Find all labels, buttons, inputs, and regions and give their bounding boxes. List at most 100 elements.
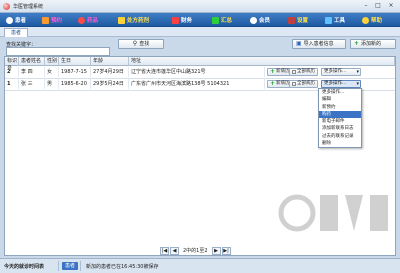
cell-id: 1	[5, 79, 19, 89]
more-actions-label: 更多操作...	[324, 69, 347, 74]
add-icon: +	[270, 68, 276, 75]
close-button[interactable]: ×	[386, 2, 396, 10]
more-actions-menu: 更多操作... 编辑 新预约 购药 新电子邮件 添加新联系日志 过去的联系记录 删除	[318, 88, 362, 149]
menu-option[interactable]: 过去的联系记录	[319, 133, 361, 140]
header-age[interactable]: 年龄	[91, 57, 129, 66]
import-button-label: 导入患者信息	[303, 41, 334, 47]
patient-table: 标识号 患者姓名 性别 生日 年龄 地址 2 李 四 女 1987-7-15 2…	[4, 56, 396, 256]
menu-option[interactable]: 删除	[319, 140, 361, 147]
tab-bar: 患者	[0, 27, 400, 37]
menu-summary[interactable]: 汇总	[212, 15, 232, 25]
chart-icon	[212, 16, 219, 24]
minimize-button[interactable]: –	[361, 2, 371, 10]
add-new-button[interactable]: + 添加新的	[350, 39, 396, 49]
app-icon	[3, 3, 10, 10]
add-icon: +	[354, 40, 360, 47]
records-icon	[292, 70, 296, 74]
menu-label: 帮助	[371, 18, 383, 24]
header-name[interactable]: 患者姓名	[19, 57, 45, 66]
last-page-button[interactable]: ▶|	[221, 246, 231, 255]
more-actions-dropdown[interactable]: 更多操作... ▾	[321, 68, 361, 76]
pager: |◀ ◀ 2中的1至2 ▶ ▶|	[160, 246, 231, 255]
prescription-icon	[118, 16, 125, 24]
all-records-button[interactable]: 全部病历	[289, 80, 318, 88]
maximize-button[interactable]: □	[373, 2, 383, 10]
header-birthday[interactable]: 生日	[59, 57, 91, 66]
cell-sex: 女	[45, 67, 59, 77]
search-input[interactable]	[6, 47, 110, 56]
chevron-down-icon: ▾	[356, 81, 359, 87]
menu-settings[interactable]: 设置	[288, 15, 308, 25]
help-icon	[362, 16, 369, 24]
new-record-label: 新病历	[276, 69, 290, 74]
menu-appointment[interactable]: 预约	[42, 15, 62, 25]
search-button-label: 查找	[139, 41, 150, 47]
today-schedule-label[interactable]: 今天的就诊时间表	[4, 263, 44, 270]
menu-option[interactable]: 新预约	[319, 104, 361, 111]
records-icon	[292, 82, 296, 86]
search-button[interactable]: ⚲ 查找	[118, 39, 164, 49]
first-page-button[interactable]: |◀	[160, 246, 169, 255]
more-actions-label: 更多操作...	[324, 81, 347, 86]
menu-label: 药品	[87, 18, 99, 24]
menu-label: 设置	[297, 18, 309, 24]
menu-medicine[interactable]: 药品	[78, 15, 98, 25]
all-records-label: 全部病历	[297, 69, 315, 74]
menu-option[interactable]: 编辑	[319, 96, 361, 103]
menu-option[interactable]: 更多操作...	[319, 89, 361, 96]
member-icon	[250, 16, 257, 24]
add-icon: +	[270, 80, 276, 87]
menu-label: 患者	[15, 18, 27, 24]
search-icon: ⚲	[132, 40, 138, 47]
menu-label: 预约	[51, 18, 63, 24]
cell-birthday: 1987-7-15	[59, 67, 91, 77]
next-page-button[interactable]: ▶	[211, 246, 221, 255]
status-divider	[58, 261, 59, 271]
main-menu-bar: 患者 预约 药品 处方药剂 财务 汇总 会员 设置 工具 帮助	[0, 13, 400, 27]
title-bar: 华医管理系统 – □ ×	[0, 0, 400, 13]
import-icon: ▣	[296, 40, 302, 47]
menu-tools[interactable]: 工具	[325, 15, 345, 25]
cell-birthday: 1985-6-20	[59, 79, 91, 89]
menu-help[interactable]: 帮助	[362, 15, 382, 25]
status-divider	[80, 261, 81, 271]
tab-patient[interactable]: 患者	[4, 28, 28, 37]
new-record-label: 新病历	[276, 81, 290, 86]
header-id[interactable]: 标识号	[5, 57, 19, 72]
import-button[interactable]: ▣ 导入患者信息	[292, 39, 346, 49]
patient-icon	[6, 16, 13, 24]
all-records-label: 全部病历	[297, 81, 315, 86]
status-patient-pill[interactable]: 患者	[62, 262, 79, 270]
header-sex[interactable]: 性别	[45, 57, 59, 66]
menu-member[interactable]: 会员	[250, 15, 270, 25]
header-address[interactable]: 地址	[129, 57, 395, 66]
menu-option[interactable]: 新电子邮件	[319, 118, 361, 125]
chevron-down-icon: ▾	[356, 69, 359, 75]
money-icon	[172, 16, 179, 24]
more-actions-dropdown[interactable]: 更多操作... ▾	[321, 80, 361, 88]
wrench-icon	[288, 16, 295, 24]
cell-age: 29岁5月24日	[91, 79, 129, 89]
menu-patient[interactable]: 患者	[6, 15, 26, 25]
page-info: 2中的1至2	[183, 248, 208, 254]
menu-label: 财务	[181, 18, 193, 24]
pill-icon	[78, 16, 85, 24]
cell-name: 李 四	[19, 67, 45, 77]
menu-finance[interactable]: 财务	[172, 15, 192, 25]
tools-icon	[325, 16, 332, 24]
add-new-button-label: 添加新的	[361, 41, 382, 47]
all-records-button[interactable]: 全部病历	[289, 68, 318, 76]
menu-option[interactable]: 添加新联系日志	[319, 125, 361, 132]
cell-address: 辽宁省大连市莲华区中山路321号	[129, 67, 265, 77]
status-message: 新加的患者已在16:45:30被保存	[86, 264, 159, 270]
menu-prescription[interactable]: 处方药剂	[118, 15, 149, 25]
menu-label: 汇总	[221, 18, 233, 24]
prev-page-button[interactable]: ◀	[170, 246, 179, 255]
menu-option[interactable]: 购药	[319, 110, 361, 119]
cell-name: 张 三	[19, 79, 45, 89]
menu-label: 处方药剂	[127, 18, 150, 24]
window-title: 华医管理系统	[13, 4, 44, 10]
menu-label: 工具	[334, 18, 346, 24]
cell-sex: 男	[45, 79, 59, 89]
status-bar: 今天的就诊时间表 患者 新加的患者已在16:45:30被保存	[0, 258, 400, 273]
